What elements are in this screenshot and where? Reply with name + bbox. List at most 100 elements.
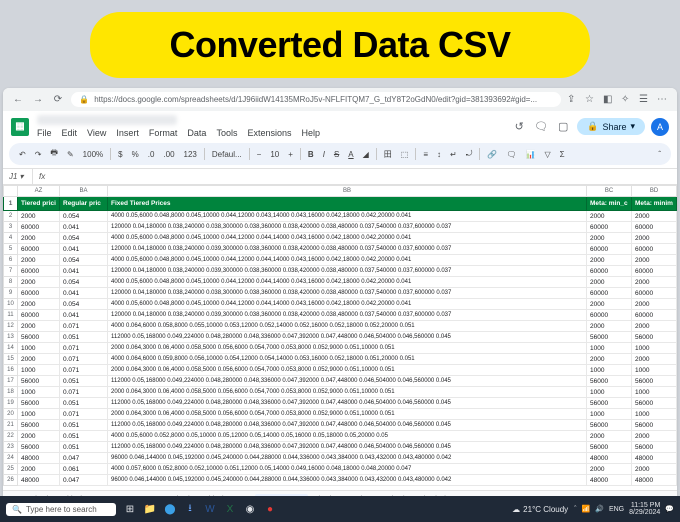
menu-data[interactable]: Data bbox=[187, 128, 206, 138]
cell[interactable]: 48000 bbox=[587, 475, 632, 486]
collapse-icon[interactable]: ˆ bbox=[656, 149, 663, 160]
extensions-icon[interactable]: ✧ bbox=[621, 94, 633, 105]
language-indicator[interactable]: ENG bbox=[609, 506, 624, 513]
cell[interactable]: 0.051 bbox=[60, 420, 108, 431]
back-icon[interactable]: ← bbox=[11, 93, 25, 107]
meet-icon[interactable]: ▢ bbox=[555, 119, 571, 135]
row-number[interactable]: 2 bbox=[4, 211, 18, 222]
app-icon[interactable]: ● bbox=[262, 501, 278, 517]
cell[interactable]: 96000 0.046,144000 0.045,192000 0.045,24… bbox=[108, 453, 587, 464]
cell[interactable]: 56000 bbox=[18, 332, 60, 343]
table-header-cell[interactable]: Meta: min_c bbox=[587, 197, 632, 211]
cell[interactable]: 1000 bbox=[587, 409, 632, 420]
cell[interactable]: 120000 0.04,180000 0.038,240000 0.039,30… bbox=[108, 310, 587, 321]
cell[interactable]: 4000 0.05,6000 0.048,8000 0.045,10000 0.… bbox=[108, 211, 587, 222]
taskbar-search[interactable]: 🔍 Type here to search bbox=[6, 503, 116, 516]
cell[interactable]: 0.054 bbox=[60, 277, 108, 288]
column-header[interactable]: AZ bbox=[18, 186, 60, 197]
cell-reference[interactable]: J1▾ bbox=[3, 169, 33, 184]
cell[interactable]: 4000 0.057,6000 0.052,8000 0.052,10000 0… bbox=[108, 464, 587, 475]
cell[interactable]: 2000 bbox=[632, 233, 677, 244]
cell[interactable]: 2000 bbox=[18, 299, 60, 310]
cell[interactable]: 56000 bbox=[587, 398, 632, 409]
row-number[interactable]: 16 bbox=[4, 365, 18, 376]
rotate-icon[interactable]: ⤾ bbox=[464, 148, 475, 160]
row-number[interactable]: 18 bbox=[4, 387, 18, 398]
redo-icon[interactable]: ↷ bbox=[33, 149, 44, 160]
cell[interactable]: 2000 bbox=[587, 431, 632, 442]
cell[interactable]: 0.041 bbox=[60, 266, 108, 277]
cell[interactable]: 60000 bbox=[587, 244, 632, 255]
fillcolor-icon[interactable]: ◢ bbox=[361, 149, 371, 160]
cell[interactable]: 2000 0.064,3000 0.06,4000 0.058,5000 0.0… bbox=[108, 409, 587, 420]
history-icon[interactable]: ↺ bbox=[511, 119, 527, 135]
row-number[interactable]: 3 bbox=[4, 222, 18, 233]
row-number[interactable]: 20 bbox=[4, 409, 18, 420]
menu-icon[interactable]: ⋯ bbox=[657, 94, 669, 105]
cell[interactable]: 1000 bbox=[18, 365, 60, 376]
cell[interactable]: 4000 0.05,6000 0.048,8000 0.045,10000 0.… bbox=[108, 233, 587, 244]
cell[interactable]: 2000 bbox=[587, 277, 632, 288]
cell[interactable]: 0.047 bbox=[60, 453, 108, 464]
cell[interactable]: 1000 bbox=[18, 409, 60, 420]
menu-format[interactable]: Format bbox=[149, 128, 178, 138]
row-number[interactable]: 19 bbox=[4, 398, 18, 409]
cell[interactable]: 120000 0.04,180000 0.038,240000 0.039,30… bbox=[108, 266, 587, 277]
comment-icon[interactable]: 🗨 bbox=[504, 149, 518, 160]
cell[interactable]: 2000 bbox=[18, 321, 60, 332]
edge-icon[interactable]: ⬤ bbox=[162, 501, 178, 517]
share-icon[interactable]: ⇪ bbox=[567, 94, 579, 105]
cell[interactable]: 0.041 bbox=[60, 310, 108, 321]
cell[interactable]: 2000 bbox=[18, 255, 60, 266]
cell[interactable]: 0.061 bbox=[60, 464, 108, 475]
cell[interactable]: 0.071 bbox=[60, 343, 108, 354]
cell[interactable]: 60000 bbox=[18, 310, 60, 321]
undo-icon[interactable]: ↶ bbox=[17, 149, 28, 160]
store-icon[interactable]: ⭳ bbox=[182, 501, 198, 517]
cell[interactable]: 4000 0.05,6000 0.048,8000 0.045,10000 0.… bbox=[108, 255, 587, 266]
row-number[interactable]: 23 bbox=[4, 442, 18, 453]
cell[interactable]: 2000 bbox=[632, 354, 677, 365]
cell[interactable]: 0.071 bbox=[60, 321, 108, 332]
row-number[interactable]: 15 bbox=[4, 354, 18, 365]
comments-icon[interactable]: 🗨 bbox=[533, 119, 549, 135]
cell[interactable]: 0.054 bbox=[60, 233, 108, 244]
tray-chevron-icon[interactable]: ˆ bbox=[574, 506, 576, 513]
cell[interactable]: 4000 0.064,6000 0.059,8000 0.056,10000 0… bbox=[108, 354, 587, 365]
cell[interactable]: 2000 bbox=[632, 211, 677, 222]
cell[interactable]: 4000 0.05,6000 0.048,8000 0.045,10000 0.… bbox=[108, 277, 587, 288]
cell[interactable]: 56000 bbox=[632, 376, 677, 387]
chart-icon[interactable]: 📊 bbox=[524, 149, 538, 160]
cell[interactable]: 96000 0.046,144000 0.045,192000 0.045,24… bbox=[108, 475, 587, 486]
table-header-cell[interactable]: Meta: minim bbox=[632, 197, 677, 211]
menu-tools[interactable]: Tools bbox=[216, 128, 237, 138]
cell[interactable]: 48000 bbox=[18, 475, 60, 486]
cell[interactable]: 1000 bbox=[632, 387, 677, 398]
star-icon[interactable]: ☆ bbox=[585, 94, 597, 105]
cell[interactable]: 0.071 bbox=[60, 387, 108, 398]
column-header[interactable]: BC bbox=[587, 186, 632, 197]
cell[interactable]: 0.047 bbox=[60, 475, 108, 486]
cell[interactable]: 56000 bbox=[587, 420, 632, 431]
cell[interactable]: 4000 0.064,6000 0.058,8000 0.055,10000 0… bbox=[108, 321, 587, 332]
row-number[interactable]: 4 bbox=[4, 233, 18, 244]
cell[interactable]: 0.051 bbox=[60, 398, 108, 409]
cell[interactable]: 2000 bbox=[18, 277, 60, 288]
cell[interactable]: 0.051 bbox=[60, 376, 108, 387]
cell[interactable]: 60000 bbox=[632, 222, 677, 233]
menu-file[interactable]: File bbox=[37, 128, 52, 138]
row-number[interactable]: 6 bbox=[4, 255, 18, 266]
filter-icon[interactable]: ▽ bbox=[542, 149, 552, 160]
italic-icon[interactable]: I bbox=[321, 149, 327, 160]
profile-icon[interactable]: ☰ bbox=[639, 94, 651, 105]
cell[interactable]: 2000 bbox=[18, 233, 60, 244]
menu-extensions[interactable]: Extensions bbox=[247, 128, 291, 138]
table-header-cell[interactable]: Tiered prici bbox=[18, 197, 60, 211]
word-icon[interactable]: W bbox=[202, 501, 218, 517]
cell[interactable]: 56000 bbox=[587, 376, 632, 387]
cell[interactable]: 120000 0.04,180000 0.038,240000 0.038,30… bbox=[108, 222, 587, 233]
share-button[interactable]: 🔒 Share ▾ bbox=[577, 118, 645, 135]
cell[interactable]: 2000 bbox=[587, 464, 632, 475]
cell[interactable]: 112000 0.05,168000 0.049,224000 0.048,28… bbox=[108, 442, 587, 453]
cell[interactable]: 2000 bbox=[587, 354, 632, 365]
